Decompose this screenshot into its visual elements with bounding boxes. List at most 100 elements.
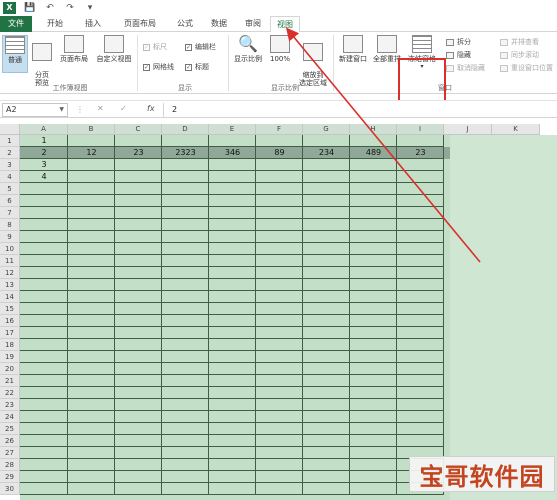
row-header-19[interactable]: 19 [0,351,20,363]
row-header-12[interactable]: 12 [0,267,20,279]
row-header-14[interactable]: 14 [0,291,20,303]
row-header-26[interactable]: 26 [0,435,20,447]
row-header-21[interactable]: 21 [0,375,20,387]
ruler-checkbox[interactable]: ✓ 标尺 [143,42,167,52]
normal-view-button[interactable]: 普通 [2,35,28,73]
tab-formulas[interactable]: 公式 [170,16,200,32]
save-icon[interactable]: 💾 [24,2,36,14]
enter-icon[interactable]: ✓ [120,104,127,113]
column-header-k[interactable]: K [492,124,540,135]
row-header-15[interactable]: 15 [0,303,20,315]
name-box[interactable]: A2 ▼ [2,103,68,117]
cell-a3[interactable]: 3 [20,159,68,171]
row-header-22[interactable]: 22 [0,387,20,399]
cell-e2[interactable]: 346 [209,147,256,159]
column-header-f[interactable]: F [256,124,303,135]
redo-icon[interactable]: ↷ [64,2,76,14]
column-header-c[interactable]: C [115,124,162,135]
gridline-horizontal [20,302,444,303]
column-header-b[interactable]: B [68,124,115,135]
formula-input[interactable]: 2 [163,103,555,117]
new-window-button[interactable]: 新建窗口 [336,35,370,75]
row-header-11[interactable]: 11 [0,255,20,267]
row-header-25[interactable]: 25 [0,423,20,435]
row-header-16[interactable]: 16 [0,315,20,327]
cell-c2[interactable]: 23 [115,147,162,159]
formula-bar-checkbox[interactable]: ✓ 编辑栏 [185,42,216,52]
cell-b2[interactable]: 12 [68,147,115,159]
row-header-10[interactable]: 10 [0,243,20,255]
column-header-g[interactable]: G [303,124,350,135]
insert-function-icon[interactable]: fx [147,104,155,113]
cell-a4[interactable]: 4 [20,171,68,183]
page-break-preview-button[interactable]: 分页 预览 [30,35,54,87]
reset-position-button[interactable]: 重设窗口位置 [500,63,553,73]
zoom-label: 显示比例 [234,55,262,63]
cell-i2[interactable]: 23 [397,147,444,159]
column-header-i[interactable]: I [397,124,444,135]
row-header-4[interactable]: 4 [0,171,20,183]
formula-bar: A2 ▼ ⋮ ✕ ✓ fx 2 [0,100,557,118]
column-header-a[interactable]: A [20,124,68,135]
row-header-28[interactable]: 28 [0,459,20,471]
row-header-7[interactable]: 7 [0,207,20,219]
zoom-100-button[interactable]: 100% [266,35,294,75]
split-label: 拆分 [457,38,471,46]
row-header-30[interactable]: 30 [0,483,20,495]
title-bar: X 💾 ↶ ↷ ▾ [0,0,557,16]
cell-d2[interactable]: 2323 [162,147,209,159]
cell-grid[interactable]: 1 2 3 4 12 23 2323 346 89 234 489 23 [20,135,557,500]
tab-file[interactable]: 文件 [0,16,32,32]
tab-home[interactable]: 开始 [40,16,70,32]
row-header-6[interactable]: 6 [0,195,20,207]
cell-a1[interactable]: 1 [20,135,68,147]
column-header-h[interactable]: H [350,124,397,135]
zoom-to-selection-button[interactable]: 缩放到 选定区域 [296,35,330,87]
row-header-2[interactable]: 2 [0,147,20,159]
zoom-100-label: 100% [269,55,290,63]
tab-page-layout[interactable]: 页面布局 [116,16,164,32]
undo-icon[interactable]: ↶ [44,2,56,14]
headings-checkbox[interactable]: ✓ 标题 [185,62,209,72]
custom-view-button[interactable]: 自定义视图 [92,35,136,75]
cell-f2[interactable]: 89 [256,147,303,159]
chevron-down-icon[interactable]: ▼ [59,104,64,116]
row-header-8[interactable]: 8 [0,219,20,231]
row-header-9[interactable]: 9 [0,231,20,243]
tab-insert[interactable]: 插入 [78,16,108,32]
row-header-5[interactable]: 5 [0,183,20,195]
cell-a2[interactable]: 2 [20,147,68,159]
checkbox-check-icon: ✓ [143,63,150,71]
gridline-horizontal [20,182,444,183]
column-header-e[interactable]: E [209,124,256,135]
column-header-j[interactable]: J [444,124,492,135]
row-header-24[interactable]: 24 [0,411,20,423]
row-header-13[interactable]: 13 [0,279,20,291]
split-button[interactable]: 拆分 [446,37,471,47]
cell-g2[interactable]: 234 [303,147,350,159]
select-all-corner[interactable] [0,124,20,135]
tab-data[interactable]: 数据 [204,16,234,32]
tab-view[interactable]: 视图 [270,16,300,33]
tab-review[interactable]: 审阅 [238,16,268,32]
normal-view-label: 普通 [8,56,22,64]
row-header-1[interactable]: 1 [0,135,20,147]
row-header-20[interactable]: 20 [0,363,20,375]
cancel-icon[interactable]: ✕ [97,104,104,113]
row-header-17[interactable]: 17 [0,327,20,339]
page-layout-view-button[interactable]: 页面布局 [56,35,92,75]
row-header-27[interactable]: 27 [0,447,20,459]
side-by-side-button[interactable]: 并排查看 [500,37,539,47]
unhide-button[interactable]: 取消隐藏 [446,63,485,73]
zoom-button[interactable]: 🔍 显示比例 [232,35,264,75]
gridlines-checkbox[interactable]: ✓ 网格线 [143,62,174,72]
cell-h2[interactable]: 489 [350,147,397,159]
row-header-23[interactable]: 23 [0,399,20,411]
column-header-d[interactable]: D [162,124,209,135]
row-header-29[interactable]: 29 [0,471,20,483]
row-header-18[interactable]: 18 [0,339,20,351]
sync-scroll-button[interactable]: 同步滚动 [500,50,539,60]
row-header-3[interactable]: 3 [0,159,20,171]
hide-button[interactable]: 隐藏 [446,50,471,60]
customize-icon[interactable]: ▾ [84,2,96,14]
